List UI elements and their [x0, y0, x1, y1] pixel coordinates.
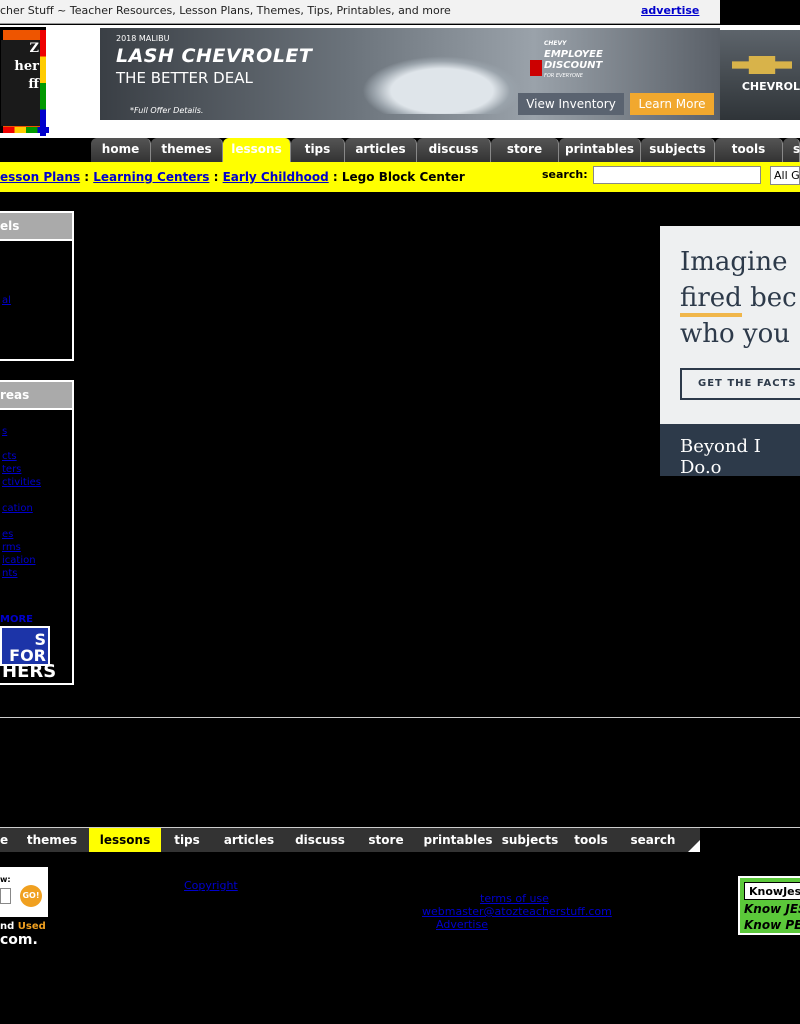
tab-themes[interactable]: themes: [151, 138, 223, 162]
tab-tools[interactable]: tools: [715, 138, 783, 162]
tab-search[interactable]: s: [783, 138, 800, 162]
bookstore-search-widget: w: GO!: [0, 867, 48, 917]
go-button[interactable]: GO!: [20, 885, 42, 907]
bookstore-tagline: nd Used: [0, 921, 46, 932]
bookstore-label: w:: [0, 875, 11, 884]
sidebar-level-link[interactable]: al: [2, 295, 11, 306]
tab-discuss[interactable]: discuss: [417, 138, 491, 162]
bottom-tab-lessons[interactable]: lessons: [89, 828, 161, 852]
sidebar-area-link[interactable]: es: [2, 529, 13, 540]
footer-advertise-link[interactable]: Advertise: [436, 918, 488, 931]
view-inventory-button[interactable]: View Inventory: [518, 93, 624, 115]
terms-of-use-link[interactable]: terms of use: [480, 892, 549, 905]
search-input[interactable]: [593, 166, 761, 184]
chevy-badge-icon: [530, 60, 542, 76]
logo-stripe-vertical: [40, 30, 46, 136]
bottom-nav: e themes lessons tips articles discuss s…: [0, 828, 700, 852]
banner-headline: LASH CHEVROLET: [116, 45, 313, 67]
breadcrumb-current: Lego Block Center: [341, 170, 465, 184]
bottom-tab-home[interactable]: e: [0, 828, 10, 852]
banner-fine-print[interactable]: *Full Offer Details.: [130, 106, 203, 115]
logo-text: Z her ff: [1, 40, 43, 126]
sidebar-area-link[interactable]: ters: [2, 464, 21, 475]
bottom-tab-themes[interactable]: themes: [20, 828, 84, 852]
tab-subjects[interactable]: subjects: [641, 138, 715, 162]
bottom-tab-articles[interactable]: articles: [216, 828, 282, 852]
search-label: search:: [542, 168, 588, 181]
sidebar-area-link[interactable]: s: [2, 426, 7, 437]
bookstore-search-input[interactable]: [0, 888, 11, 904]
bottom-tab-discuss[interactable]: discuss: [290, 828, 350, 852]
sidebar-area-link[interactable]: cts: [2, 451, 17, 462]
more-link[interactable]: MORE: [0, 614, 33, 625]
banner-subheadline: THE BETTER DEAL: [116, 69, 253, 87]
bottom-tab-subjects[interactable]: subjects: [499, 828, 561, 852]
sidebar-areas-header: reas: [0, 382, 72, 408]
breadcrumb-early-childhood[interactable]: Early Childhood: [223, 170, 329, 184]
tab-articles[interactable]: articles: [345, 138, 417, 162]
advertise-link[interactable]: advertise: [641, 4, 699, 17]
chevrolet-banner-ad[interactable]: 2018 MALIBU LASH CHEVROLET THE BETTER DE…: [100, 28, 720, 120]
sidebar-area-link[interactable]: rms: [2, 542, 21, 553]
banner-model: 2018 MALIBU: [116, 34, 170, 43]
tab-printables[interactable]: printables: [559, 138, 641, 162]
bookstore-domain[interactable]: com.: [0, 932, 38, 948]
sidebar-area-link[interactable]: nts: [2, 568, 17, 579]
sidebar-area-link[interactable]: ctivities: [2, 477, 41, 488]
tab-store[interactable]: store: [491, 138, 559, 162]
divider: [0, 239, 72, 241]
chevrolet-brand-text: CHEVROL: [741, 80, 800, 93]
divider: [0, 408, 72, 410]
ad-headline: Imagine fired bec who you: [680, 247, 797, 349]
ad-footer-brand: Beyond I Do.o: [660, 424, 800, 478]
bottom-tab-search[interactable]: search: [624, 828, 682, 852]
beyond-i-do-ad[interactable]: Imagine fired bec who you GET THE FACTS …: [660, 226, 800, 478]
webmaster-email-link[interactable]: webmaster@atozteacherstuff.com: [422, 905, 612, 918]
bottom-tab-tools[interactable]: tools: [570, 828, 612, 852]
car-image: [362, 56, 522, 114]
bottom-tab-tips[interactable]: tips: [167, 828, 207, 852]
employee-discount-badge: CHEVY EMPLOYEE DISCOUNT FOR EVERYONE: [530, 38, 603, 82]
site-title: cher Stuff ~ Teacher Resources, Lesson P…: [0, 4, 451, 17]
chevrolet-brand-panel[interactable]: CHEVROL: [720, 30, 800, 120]
tab-lessons[interactable]: lessons: [223, 138, 291, 162]
bottom-tab-printables[interactable]: printables: [420, 828, 496, 852]
search-scope-select[interactable]: All G: [770, 166, 800, 185]
tab-tips[interactable]: tips: [291, 138, 345, 162]
sidebar-levels-header: els: [0, 213, 72, 239]
top-bar: cher Stuff ~ Teacher Resources, Lesson P…: [0, 0, 720, 24]
breadcrumb-lesson-plans[interactable]: esson Plans: [0, 170, 80, 184]
sidebar-area-link[interactable]: cation: [2, 503, 33, 514]
chevrolet-bowtie-icon: [732, 56, 792, 74]
copyright-link[interactable]: Copyright: [184, 879, 238, 892]
breadcrumb-learning-centers[interactable]: Learning Centers: [93, 170, 209, 184]
bottom-tab-store[interactable]: store: [362, 828, 410, 852]
sidebar-levels-box: els al: [0, 211, 74, 361]
site-logo[interactable]: Z her ff: [0, 27, 49, 136]
jobs-for-teachers-banner[interactable]: S FOR HERS: [0, 626, 56, 681]
divider: [0, 717, 800, 718]
learn-more-button[interactable]: Learn More: [630, 93, 714, 115]
knowjesus-banner[interactable]: KnowJes Know JES Know PE: [738, 876, 800, 935]
sidebar-area-link[interactable]: ication: [2, 555, 36, 566]
get-the-facts-button[interactable]: GET THE FACTS: [680, 368, 800, 400]
tab-home[interactable]: home: [91, 138, 151, 162]
